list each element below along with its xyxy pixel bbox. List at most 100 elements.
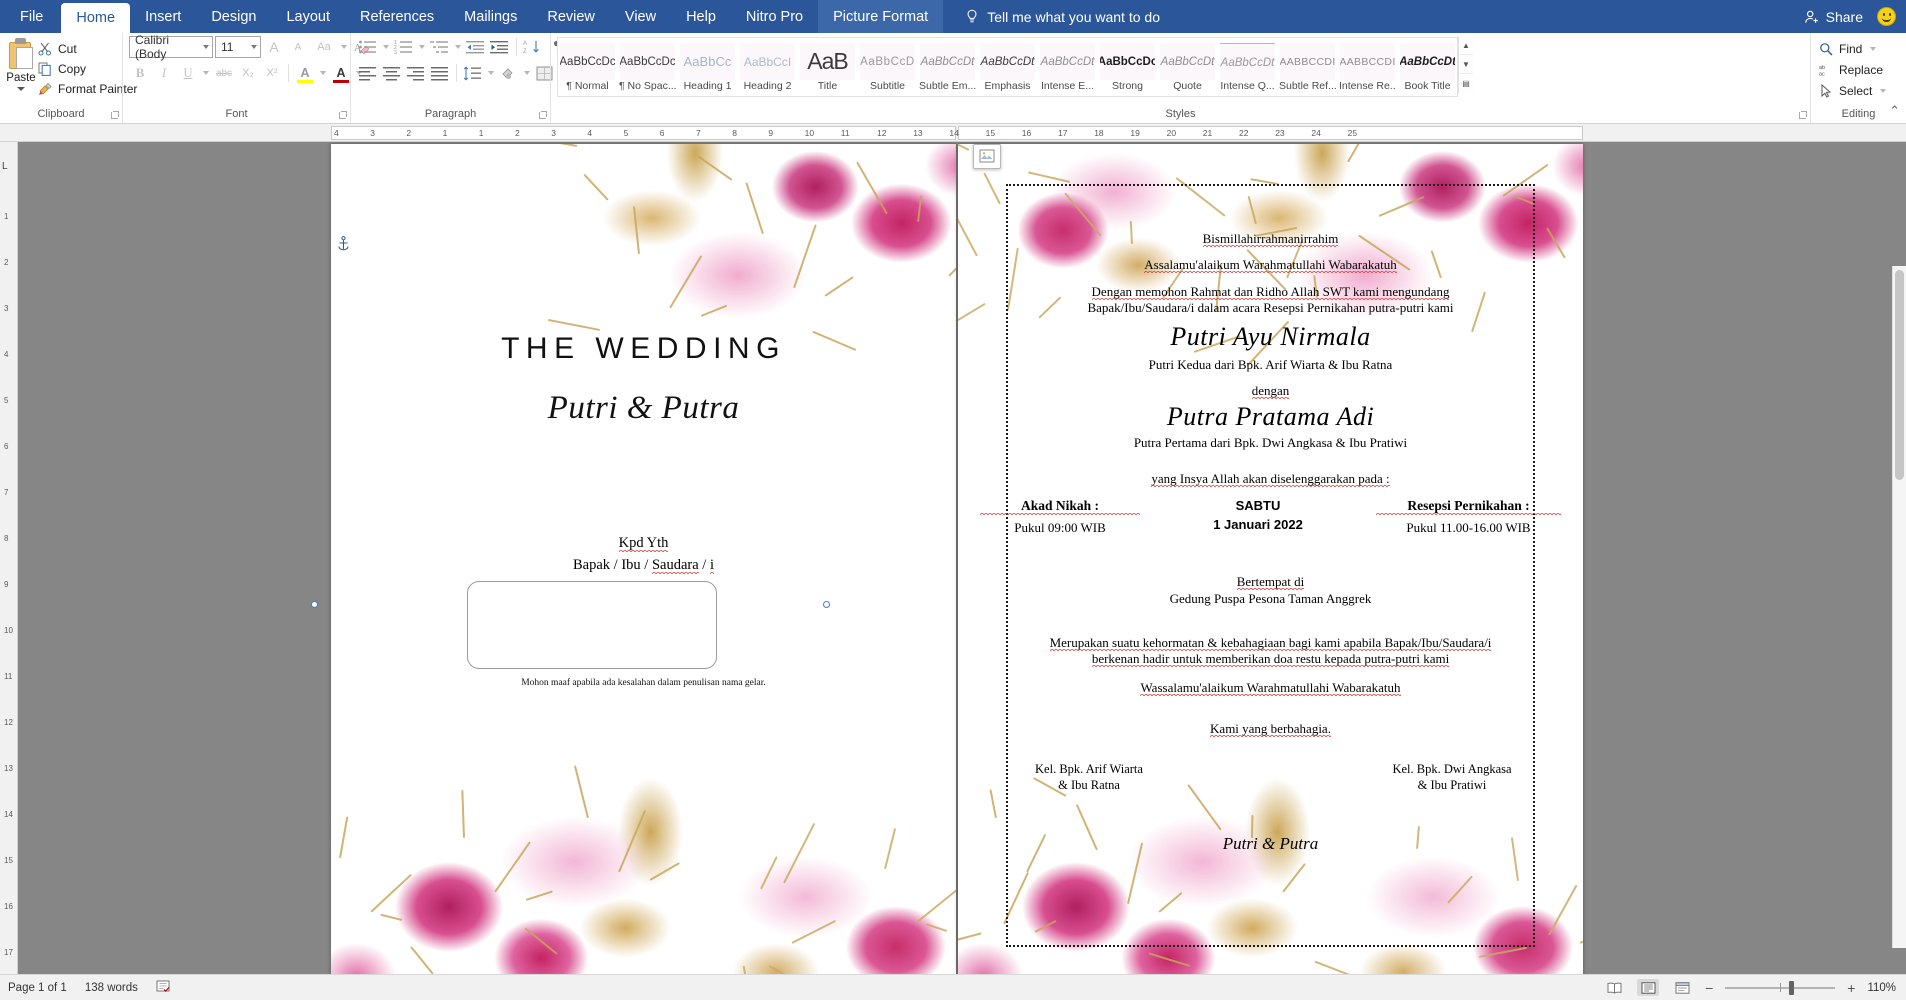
style-item-heading-2[interactable]: AaBbCcI Heading 2 xyxy=(738,38,797,96)
font-size-combo[interactable]: 11 xyxy=(215,36,261,58)
zoom-in-button[interactable]: + xyxy=(1847,981,1855,995)
selection-handle-left[interactable] xyxy=(311,601,318,608)
styles-dialog-launcher[interactable] xyxy=(1798,111,1807,120)
tab-review[interactable]: Review xyxy=(532,0,610,33)
styles-gallery[interactable]: AaBbCcDc ¶ Normal AaBbCcDc ¶ No Spac... AaBb… xyxy=(557,37,1458,97)
align-left-button[interactable] xyxy=(357,62,379,84)
collapse-ribbon-button[interactable]: ⌃ xyxy=(1889,103,1900,119)
align-right-button[interactable] xyxy=(405,62,427,84)
share-button[interactable]: Share xyxy=(1804,9,1863,25)
find-caret-icon[interactable] xyxy=(1870,47,1877,51)
numbering-caret-icon[interactable] xyxy=(419,45,425,49)
clipboard-dialog-launcher[interactable] xyxy=(110,111,119,120)
highlight-caret-icon[interactable] xyxy=(320,71,326,75)
vertical-scrollbar[interactable] xyxy=(1892,266,1906,948)
shrink-font-button[interactable]: A xyxy=(287,36,309,58)
word-count-label[interactable]: 138 words xyxy=(85,982,138,994)
align-center-button[interactable] xyxy=(381,62,403,84)
strikethrough-button[interactable]: abc xyxy=(213,62,235,84)
style-item-intense-q[interactable]: AaBbCcDt Intense Q... xyxy=(1218,38,1277,96)
layout-options-button[interactable] xyxy=(973,144,1001,169)
styles-scroll-up-button[interactable]: ▲ xyxy=(1459,36,1473,55)
find-button[interactable]: Find xyxy=(1817,40,1893,58)
style-item-emphasis[interactable]: AaBbCcDt Emphasis xyxy=(978,38,1037,96)
paragraph-dialog-launcher[interactable] xyxy=(538,111,547,120)
bold-button[interactable]: B xyxy=(129,62,151,84)
increase-indent-button[interactable] xyxy=(489,36,511,58)
selection-handle-right[interactable] xyxy=(823,601,830,608)
line-spacing-caret-icon[interactable] xyxy=(488,71,494,75)
vertical-scrollbar-thumb[interactable] xyxy=(1895,270,1904,480)
paste-dropdown-caret-icon[interactable] xyxy=(17,87,25,91)
style-item-book-title[interactable]: AaBbCcDt Book Title xyxy=(1398,38,1457,96)
web-layout-button[interactable] xyxy=(1671,979,1693,996)
bullets-caret-icon[interactable] xyxy=(383,45,389,49)
style-item-heading-1[interactable]: AaBbCc Heading 1 xyxy=(678,38,737,96)
font-name-combo[interactable]: Calibri (Body xyxy=(129,33,213,61)
select-caret-icon[interactable] xyxy=(1880,89,1887,93)
tab-help[interactable]: Help xyxy=(671,0,731,33)
zoom-slider-thumb[interactable] xyxy=(1789,980,1795,995)
tab-references[interactable]: References xyxy=(345,0,449,33)
decrease-indent-button[interactable] xyxy=(465,36,487,58)
replace-button[interactable]: ab ac Replace xyxy=(1817,61,1893,79)
tab-insert[interactable]: Insert xyxy=(130,0,196,33)
shading-button[interactable] xyxy=(498,62,520,84)
zoom-out-button[interactable]: − xyxy=(1705,981,1713,995)
feedback-smiley-icon[interactable] xyxy=(1877,7,1896,26)
numbering-button[interactable]: 1 2 3 xyxy=(393,36,415,58)
tab-file[interactable]: File xyxy=(2,0,62,33)
styles-gallery-scrollbar[interactable]: ▲ ▼ ▤ xyxy=(1458,36,1473,93)
subscript-button[interactable]: X₂ xyxy=(237,62,259,84)
style-item-title[interactable]: AaB Title xyxy=(798,38,857,96)
font-size-caret-icon[interactable] xyxy=(251,45,257,49)
document-page-left[interactable]: THE WEDDING Putri & Putra Kpd Yth Bapak … xyxy=(331,144,956,974)
vertical-ruler[interactable]: L 1 2 3 4 5 6 7 8 9 10 11 12 13 14 15 16 17 xyxy=(0,142,18,974)
styles-more-button[interactable]: ▤ xyxy=(1459,74,1473,93)
underline-caret-icon[interactable] xyxy=(203,71,209,75)
change-case-caret-icon[interactable] xyxy=(341,45,347,49)
document-canvas[interactable]: THE WEDDING Putri & Putra Kpd Yth Bapak … xyxy=(18,142,1906,974)
sort-button[interactable]: A Z xyxy=(522,36,544,58)
paste-button[interactable]: Paste xyxy=(6,36,36,91)
zoom-slider[interactable] xyxy=(1725,980,1836,995)
tab-nitro-pro[interactable]: Nitro Pro xyxy=(731,0,818,33)
font-name-caret-icon[interactable] xyxy=(203,45,209,49)
document-page-right[interactable]: Bismillahirrahmanirrahim Assalamu'alaiku… xyxy=(958,144,1583,974)
justify-button[interactable] xyxy=(429,62,451,84)
read-mode-button[interactable] xyxy=(1603,979,1625,996)
tab-view[interactable]: View xyxy=(610,0,671,33)
multilevel-list-button[interactable] xyxy=(429,36,451,58)
font-dialog-launcher[interactable] xyxy=(338,111,347,120)
grow-font-button[interactable]: A xyxy=(263,36,285,58)
tab-home[interactable]: Home xyxy=(61,3,131,33)
bullets-button[interactable] xyxy=(357,36,379,58)
proofing-status-icon[interactable] xyxy=(156,980,170,996)
style-item-strong[interactable]: AaBbCcDc Strong xyxy=(1098,38,1157,96)
font-color-button[interactable]: A xyxy=(330,62,352,84)
tell-me-search[interactable]: Tell me what you want to do xyxy=(965,0,1160,33)
style-item-quote[interactable]: AaBbCcDt Quote xyxy=(1158,38,1217,96)
superscript-button[interactable]: X² xyxy=(261,62,283,84)
zoom-level-label[interactable]: 110% xyxy=(1867,982,1896,994)
tab-stop-selector[interactable]: L xyxy=(2,161,8,172)
style-item-intense-e[interactable]: AaBbCcDt Intense E... xyxy=(1038,38,1097,96)
text-highlight-color-button[interactable]: A xyxy=(294,62,316,84)
underline-button[interactable]: U xyxy=(177,62,199,84)
page-count-label[interactable]: Page 1 of 1 xyxy=(8,982,67,994)
style-item-subtitle[interactable]: AaBbCcD Subtitle xyxy=(858,38,917,96)
tab-design[interactable]: Design xyxy=(196,0,271,33)
italic-button[interactable]: I xyxy=(153,62,175,84)
tab-layout[interactable]: Layout xyxy=(271,0,345,33)
change-case-button[interactable]: Aa xyxy=(311,36,337,58)
style-item-normal[interactable]: AaBbCcDc ¶ Normal xyxy=(558,38,617,96)
tab-mailings[interactable]: Mailings xyxy=(449,0,532,33)
style-item-no-spac[interactable]: AaBbCcDc ¶ No Spac... xyxy=(618,38,677,96)
styles-scroll-down-button[interactable]: ▼ xyxy=(1459,55,1473,74)
shading-caret-icon[interactable] xyxy=(524,71,530,75)
tab-picture-format[interactable]: Picture Format xyxy=(818,0,944,33)
style-item-subtle-em[interactable]: AaBbCcDt Subtle Em... xyxy=(918,38,977,96)
horizontal-ruler[interactable]: 4 3 2 1 1 2 3 4 5 6 7 8 9 10 11 12 13 14 15 16 17 18 19 20 21 22 2… xyxy=(0,124,1906,142)
style-item-subtle-ref[interactable]: AABBCCDI Subtle Ref... xyxy=(1278,38,1337,96)
recipient-name-textbox[interactable] xyxy=(467,581,717,669)
